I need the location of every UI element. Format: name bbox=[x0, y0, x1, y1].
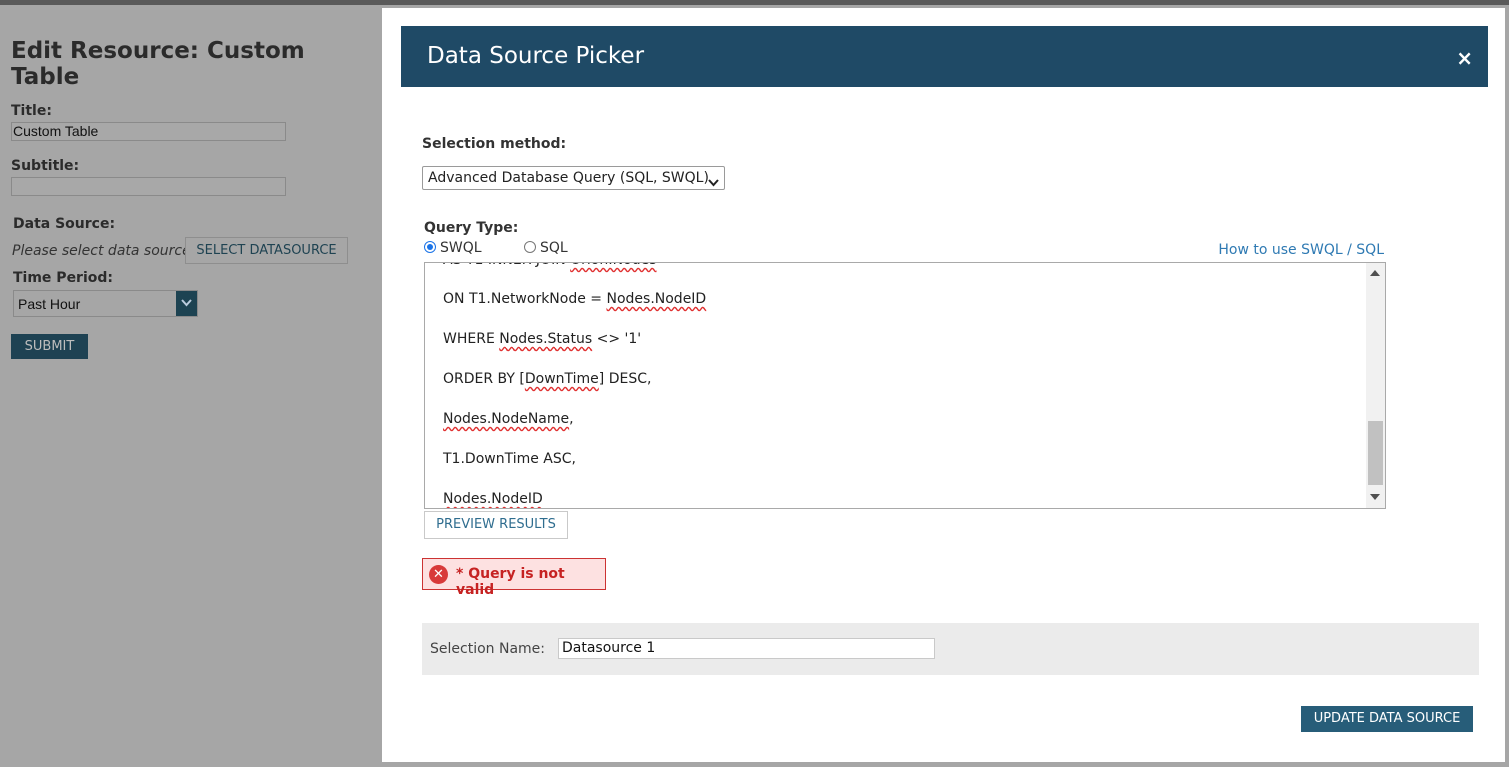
close-icon[interactable]: × bbox=[1456, 46, 1473, 70]
edit-resource-page: Edit Resource: Custom Table Title: Custo… bbox=[0, 0, 380, 767]
query-line: T1.DownTime ASC, bbox=[443, 451, 576, 467]
radio-swql-label: SWQL bbox=[440, 240, 482, 256]
modal-header: Data Source Picker × bbox=[401, 26, 1488, 87]
selection-method-label: Selection method: bbox=[422, 136, 567, 152]
subtitle-input[interactable] bbox=[11, 177, 286, 196]
query-line: ORDER BY [DownTime] DESC, bbox=[443, 371, 652, 387]
data-source-picker-modal: Data Source Picker × Selection method: A… bbox=[382, 8, 1505, 762]
query-error-message: ✕ * Query is not valid bbox=[422, 558, 606, 598]
time-period-label: Time Period: bbox=[13, 270, 114, 286]
query-type-radios: SWQL SQL bbox=[424, 240, 606, 256]
select-datasource-button[interactable]: SELECT DATASOURCE bbox=[185, 237, 348, 264]
datasource-placeholder: Please select data source bbox=[12, 243, 191, 259]
datasource-label: Data Source: bbox=[13, 216, 116, 232]
query-line: Nodes.NodeID bbox=[443, 491, 543, 507]
preview-results-button[interactable]: PREVIEW RESULTS bbox=[424, 511, 568, 539]
update-data-source-button[interactable]: UPDATE DATA SOURCE bbox=[1301, 706, 1473, 732]
page-title: Edit Resource: Custom Table bbox=[11, 38, 305, 90]
subtitle-label: Subtitle: bbox=[11, 158, 80, 174]
chevron-down-icon bbox=[708, 172, 719, 194]
scroll-up-icon[interactable] bbox=[1370, 269, 1380, 276]
scroll-thumb[interactable] bbox=[1368, 421, 1383, 485]
query-line: ON T1.NetworkNode = Nodes.NodeID bbox=[443, 291, 707, 307]
query-line-cut: AS T1 INNER JOIN Orion.Nodes bbox=[443, 263, 657, 268]
chevron-down-icon bbox=[176, 291, 197, 316]
query-line: Nodes.NodeName, bbox=[443, 411, 574, 427]
radio-sql-label: SQL bbox=[540, 240, 568, 256]
query-type-label: Query Type: bbox=[424, 220, 519, 236]
time-period-value: Past Hour bbox=[18, 296, 81, 312]
query-scrollbar[interactable] bbox=[1366, 263, 1385, 508]
selection-method-select[interactable]: Advanced Database Query (SQL, SWQL) bbox=[422, 166, 725, 190]
selection-name-input[interactable]: Datasource 1 bbox=[558, 638, 935, 659]
selection-method-value: Advanced Database Query (SQL, SWQL) bbox=[428, 170, 709, 186]
radio-sql-button[interactable] bbox=[524, 241, 537, 253]
error-text: * Query is not valid bbox=[456, 566, 565, 598]
x-circle-icon: ✕ bbox=[429, 565, 448, 584]
selection-name-label: Selection Name: bbox=[430, 641, 545, 657]
swql-help-link[interactable]: How to use SWQL / SQL bbox=[1218, 242, 1384, 258]
time-period-select[interactable]: Past Hour bbox=[13, 290, 198, 317]
radio-swql-button[interactable] bbox=[424, 241, 436, 253]
title-input[interactable]: Custom Table bbox=[11, 122, 286, 141]
radio-swql[interactable]: SWQL bbox=[424, 240, 482, 256]
modal-title: Data Source Picker bbox=[427, 43, 645, 69]
scroll-down-icon[interactable] bbox=[1370, 494, 1380, 501]
title-label: Title: bbox=[11, 103, 52, 119]
radio-sql[interactable]: SQL bbox=[524, 240, 568, 256]
query-textarea[interactable]: AS T1 INNER JOIN Orion.Nodes ON T1.Netwo… bbox=[424, 262, 1386, 509]
submit-button[interactable]: SUBMIT bbox=[11, 334, 88, 359]
selection-name-bar: Selection Name: Datasource 1 bbox=[422, 623, 1479, 675]
query-line: WHERE Nodes.Status <> '1' bbox=[443, 331, 642, 347]
